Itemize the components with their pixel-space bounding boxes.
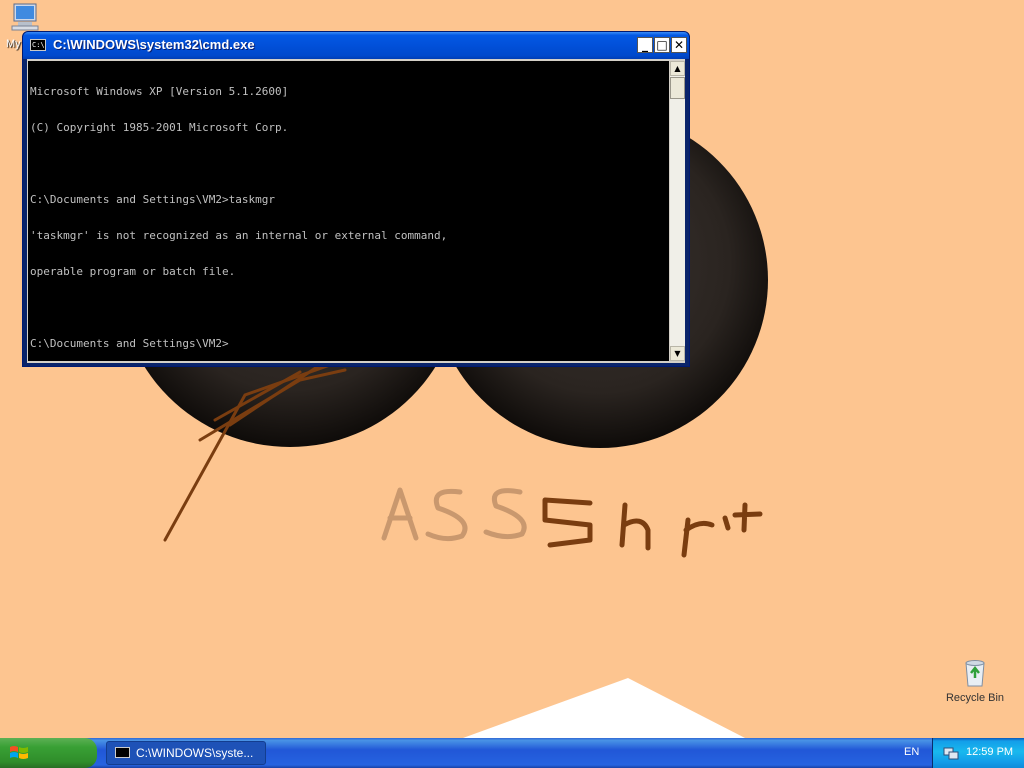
computer-icon <box>11 3 39 31</box>
start-button[interactable] <box>0 738 97 768</box>
scroll-down-arrow-icon[interactable]: ▼ <box>670 346 685 361</box>
cmd-taskbar-icon <box>115 747 130 758</box>
console-line: Microsoft Windows XP [Version 5.1.2600] <box>30 85 289 98</box>
vertical-scrollbar[interactable]: ▲ ▼ <box>670 61 685 361</box>
maximize-button[interactable]: □ <box>654 37 670 53</box>
system-tray: 12:59 PM <box>932 738 1024 768</box>
console-prompt-line: C:\Documents and Settings\VM2> <box>30 337 229 350</box>
windows-flag-icon <box>10 746 28 759</box>
taskbar-item-cmd[interactable]: C:\WINDOWS\syste... <box>106 741 266 765</box>
cmd-body: Microsoft Windows XP [Version 5.1.2600] … <box>27 59 685 363</box>
recycle-bin-label: Recycle Bin <box>945 692 1005 704</box>
console-line: operable program or batch file. <box>30 265 236 278</box>
console-line: C:\Documents and Settings\VM2>taskmgr <box>30 193 276 206</box>
recycle-bin-graphic-icon <box>965 660 985 687</box>
taskbar-item-label: C:\WINDOWS\syste... <box>136 746 254 760</box>
recycle-bin-icon[interactable]: Recycle Bin <box>940 656 1010 704</box>
scrollbar-thumb[interactable] <box>670 77 685 99</box>
cmd-window-title: C:\WINDOWS\system32\cmd.exe <box>53 37 255 52</box>
close-button[interactable]: ✕ <box>671 37 687 53</box>
language-indicator[interactable]: EN <box>904 746 919 758</box>
console-line: (C) Copyright 1985-2001 Microsoft Corp. <box>30 121 289 134</box>
cmd-app-icon: C:\ <box>30 39 46 51</box>
scroll-up-arrow-icon[interactable]: ▲ <box>670 61 685 76</box>
console-output[interactable]: Microsoft Windows XP [Version 5.1.2600] … <box>28 61 669 361</box>
network-icon[interactable] <box>943 745 959 761</box>
cmd-titlebar[interactable]: C:\ C:\WINDOWS\system32\cmd.exe _ □ ✕ <box>23 32 689 59</box>
cmd-window[interactable]: C:\ C:\WINDOWS\system32\cmd.exe _ □ ✕ Mi… <box>22 31 690 367</box>
my-computer-label: My <box>6 38 21 50</box>
minimize-button[interactable]: _ <box>637 37 653 53</box>
taskbar: C:\WINDOWS\syste... EN 12:59 PM <box>0 738 1024 768</box>
clock[interactable]: 12:59 PM <box>966 746 1013 758</box>
console-line: 'taskmgr' is not recognized as an intern… <box>30 229 448 242</box>
